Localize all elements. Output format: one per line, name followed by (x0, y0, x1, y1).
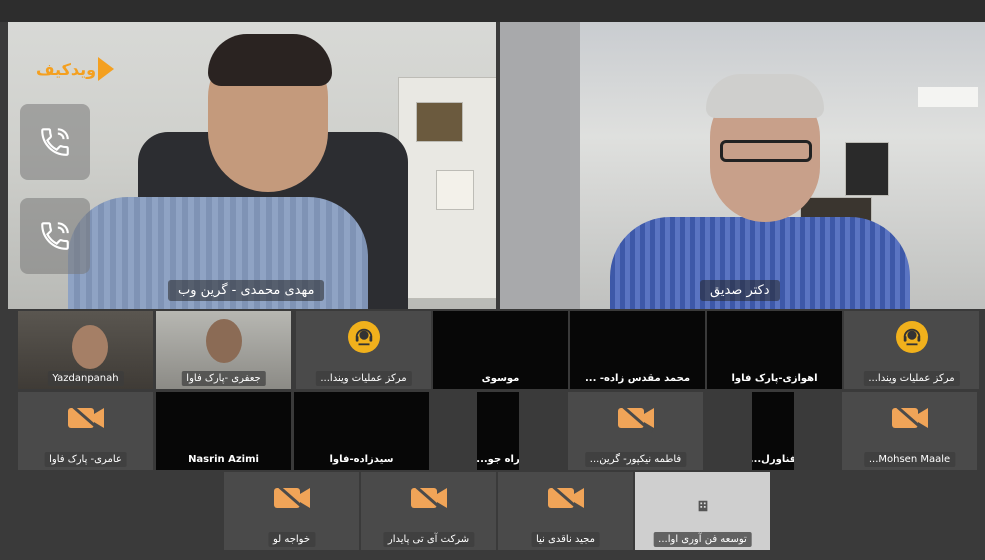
participant-tile[interactable]: Yazdanpanah (18, 311, 153, 389)
participant-tile[interactable]: توسعه فن آوری اوا... (635, 472, 770, 550)
participant-tile[interactable]: اهوازی-پارک فاوا (707, 311, 842, 389)
glasses (720, 140, 812, 162)
participant-tile[interactable]: مرکز عملیات ویندا... (296, 311, 431, 389)
headset-icon (347, 321, 380, 353)
camera-off-icon (616, 402, 656, 438)
participant-tile[interactable]: سیدزاده-فاوا (294, 392, 429, 470)
camera-off-icon (409, 482, 449, 518)
participant-name: شرکت آی تی پایدار (382, 532, 475, 547)
top-bar (0, 0, 985, 22)
participant-tile[interactable]: Mohsen Maale... (842, 392, 977, 470)
wall-frame (845, 142, 889, 196)
participant-name: مرکز عملیات ویندا... (863, 371, 960, 386)
app-logo: ویدکیف (36, 57, 115, 81)
wall-frame (436, 170, 474, 210)
wall-frame (416, 102, 463, 142)
call-button-2[interactable] (20, 198, 90, 274)
participant-name: مرکز عملیات ویندا... (315, 371, 412, 386)
camera-off-icon (66, 402, 106, 438)
phone-icon (41, 222, 69, 250)
camera-off-icon (890, 402, 930, 438)
headset-icon (895, 321, 928, 353)
participant-tile[interactable]: موسوی (433, 311, 568, 389)
participant-name: جعفری -پارک فاوا (181, 371, 266, 386)
speaker-video-1[interactable]: ویدکیف مهدی محمدی - گرین وب (8, 22, 496, 309)
participant-name: محمد مقدس زاده- ... (584, 373, 691, 384)
participant-face (206, 319, 242, 363)
participant-tile[interactable]: راه جو... (477, 392, 519, 470)
participant-tile[interactable]: خواجه لو (224, 472, 359, 550)
participant-tile[interactable]: فاطمه نیکپور- گرین... (568, 392, 703, 470)
participant-name: سیدزاده-فاوا (329, 454, 394, 465)
participant-name: عامری- پارک فاوا (44, 452, 127, 467)
participant-tile[interactable]: مجید ناقدی نیا (498, 472, 633, 550)
person-hair (208, 34, 332, 86)
person-hair (706, 74, 824, 118)
participant-tile[interactable]: محمد مقدس زاده- ... (570, 311, 705, 389)
participant-tile[interactable]: شرکت آی تی پایدار (361, 472, 496, 550)
building-icon (696, 498, 710, 517)
participant-name: Mohsen Maale... (863, 452, 956, 467)
participant-face (72, 325, 108, 369)
camera-off-icon (546, 482, 586, 518)
participant-name: خواجه لو (267, 532, 316, 547)
participant-name: توسعه فن آوری اوا... (653, 532, 752, 547)
logo-arrow-icon (98, 57, 115, 81)
window-blinds (500, 22, 580, 309)
speaker-video-2[interactable]: دکتر صدیق (500, 22, 985, 309)
participant-name: فناورل... (752, 454, 794, 465)
participant-name: موسوی (481, 373, 520, 384)
phone-icon (41, 128, 69, 156)
participant-tile[interactable]: فناورل... (752, 392, 794, 470)
participant-name: راه جو... (477, 454, 519, 465)
speaker-name: مهدی محمدی - گرین وب (168, 280, 325, 301)
participant-tile[interactable]: عامری- پارک فاوا (18, 392, 153, 470)
logo-text: ویدکیف (36, 59, 97, 79)
call-button-1[interactable] (20, 104, 90, 180)
participant-tile[interactable]: Nasrin Azimi (156, 392, 291, 470)
participant-tile[interactable]: جعفری -پارک فاوا (156, 311, 291, 389)
participant-name: مجید ناقدی نیا (531, 532, 600, 547)
ceiling-lamp (918, 87, 978, 107)
participant-name: اهوازی-پارک فاوا (731, 373, 818, 384)
camera-off-icon (272, 482, 312, 518)
participant-tile[interactable]: مرکز عملیات ویندا... (844, 311, 979, 389)
participant-name: Nasrin Azimi (188, 454, 259, 465)
speaker-name: دکتر صدیق (700, 280, 780, 301)
participant-name: Yazdanpanah (47, 371, 124, 386)
participant-name: فاطمه نیکپور- گرین... (584, 452, 687, 467)
